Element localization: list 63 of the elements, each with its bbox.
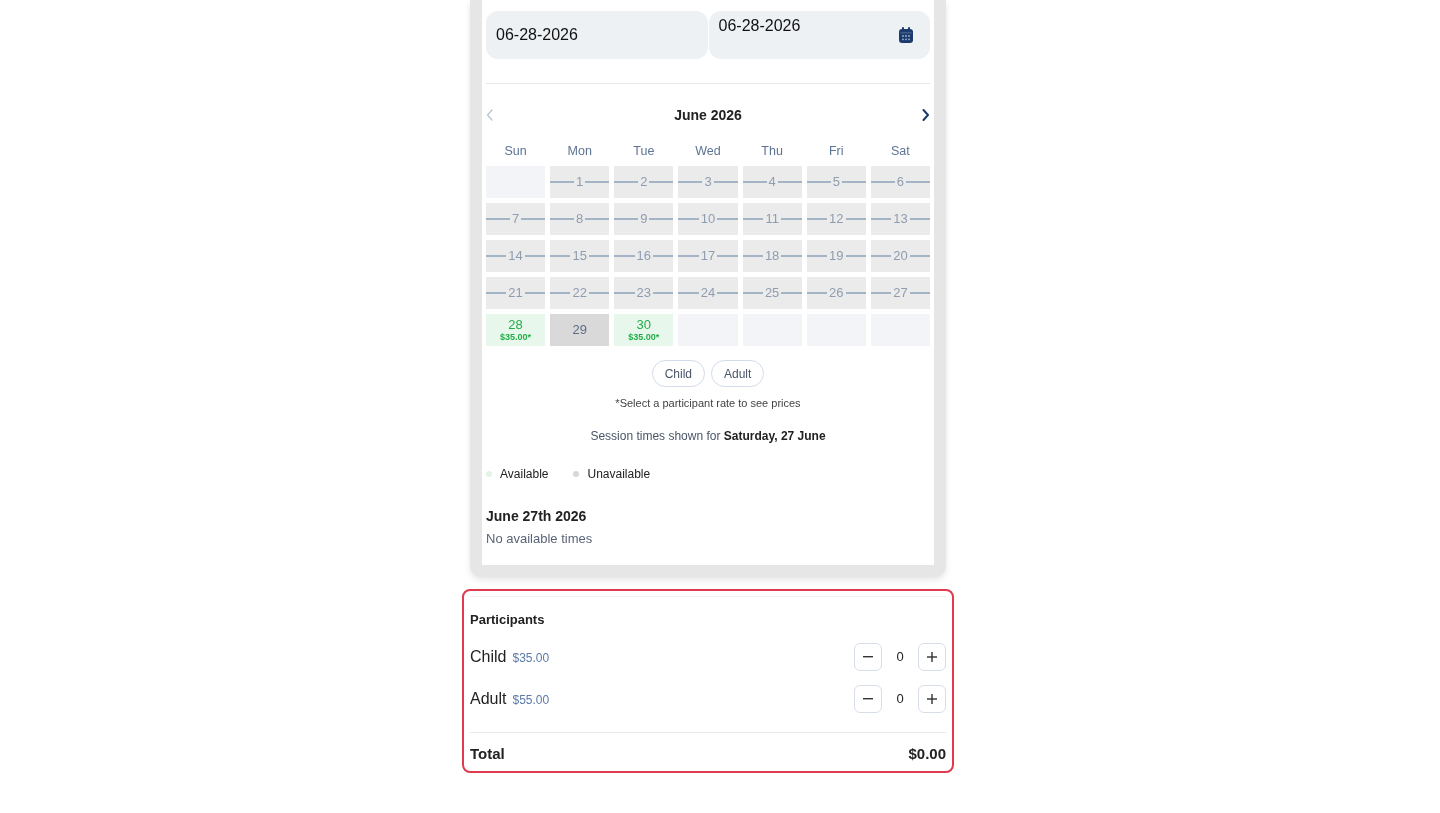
increment-button[interactable]	[918, 643, 946, 671]
participant-price: $55.00	[512, 693, 550, 707]
weekday-label: Wed	[694, 143, 722, 159]
unavailable-day-cell: 15	[550, 240, 610, 272]
unavailable-day-cell: 13	[870, 203, 930, 235]
unavailable-day-cell: 5	[806, 166, 866, 198]
minus-icon	[863, 698, 873, 700]
unavailable-day-cell: 3	[678, 166, 738, 198]
unavailable-day-cell: 6	[870, 166, 930, 198]
weekday-label: Sun	[503, 143, 528, 159]
date-field[interactable]: 06-28-2026	[486, 11, 708, 59]
unavailable-day-cell: 10	[678, 203, 738, 235]
unavailable-day-cell: 21	[486, 277, 546, 309]
rate-hint-text: *Select a participant rate to see prices	[614, 396, 802, 410]
participants-heading: Participants	[470, 612, 546, 628]
weekday-label: Sat	[890, 143, 911, 159]
calendar-icon[interactable]	[899, 27, 913, 43]
weekday-label: Fri	[828, 143, 845, 159]
legend-label: Available	[500, 466, 549, 482]
plus-icon	[927, 694, 937, 704]
unavailable-day-cell: 26	[806, 277, 866, 309]
unavailable-day-cell: 27	[870, 277, 930, 309]
weekday-label: Tue	[632, 143, 656, 159]
date-field[interactable]: 06-28-2026	[708, 11, 930, 59]
participant-label: Adult	[470, 689, 507, 709]
unavailable-day-cell: 24	[678, 277, 738, 309]
unavailable-day-cell: 14	[486, 240, 546, 272]
unavailable-day-cell: 9	[614, 203, 674, 235]
legend-label: Unavailable	[587, 466, 651, 482]
unavailable-day-cell: 4	[742, 166, 802, 198]
unavailable-day-cell: 12	[806, 203, 866, 235]
day-cell: 29	[550, 314, 610, 346]
participant-label: Child	[470, 647, 507, 667]
unavailable-day-cell: 7	[486, 203, 546, 235]
session-note: Session times shown for Saturday, 27 June	[589, 428, 827, 444]
quantity-value: 0	[895, 649, 905, 665]
unavailable-day-cell: 22	[550, 277, 610, 309]
unavailable-day-cell: 2	[614, 166, 674, 198]
unavailable-day-cell: 19	[806, 240, 866, 272]
no-times-message: No available times	[486, 530, 594, 548]
total-amount: $0.00	[908, 744, 946, 764]
session-date-heading: June 27th 2026	[486, 507, 588, 525]
month-title: June 2026	[674, 105, 742, 125]
weekday-label: Mon	[566, 143, 593, 159]
quantity-value: 0	[895, 691, 905, 707]
unavailable-day-cell: 16	[614, 240, 674, 272]
participant-price: $35.00	[512, 651, 550, 665]
unavailable-day-cell: 1	[550, 166, 610, 198]
unavailable-day-cell: 20	[870, 240, 930, 272]
plus-icon	[927, 652, 937, 662]
unavailable-day-cell: 17	[678, 240, 738, 272]
total-label: Total	[470, 744, 505, 764]
unavailable-day-cell: 25	[742, 277, 802, 309]
unavailable-day-cell: 11	[742, 203, 802, 235]
weekday-label: Thu	[760, 143, 784, 159]
unavailable-day-cell: 18	[742, 240, 802, 272]
rate-button[interactable]: Adult	[711, 360, 765, 387]
unavailable-day-cell: 8	[550, 203, 610, 235]
increment-button[interactable]	[918, 685, 946, 713]
unavailable-day-cell: 23	[614, 277, 674, 309]
minus-icon	[863, 656, 873, 658]
rate-button[interactable]: Child	[651, 360, 705, 387]
chevron-right-icon[interactable]	[922, 109, 930, 121]
